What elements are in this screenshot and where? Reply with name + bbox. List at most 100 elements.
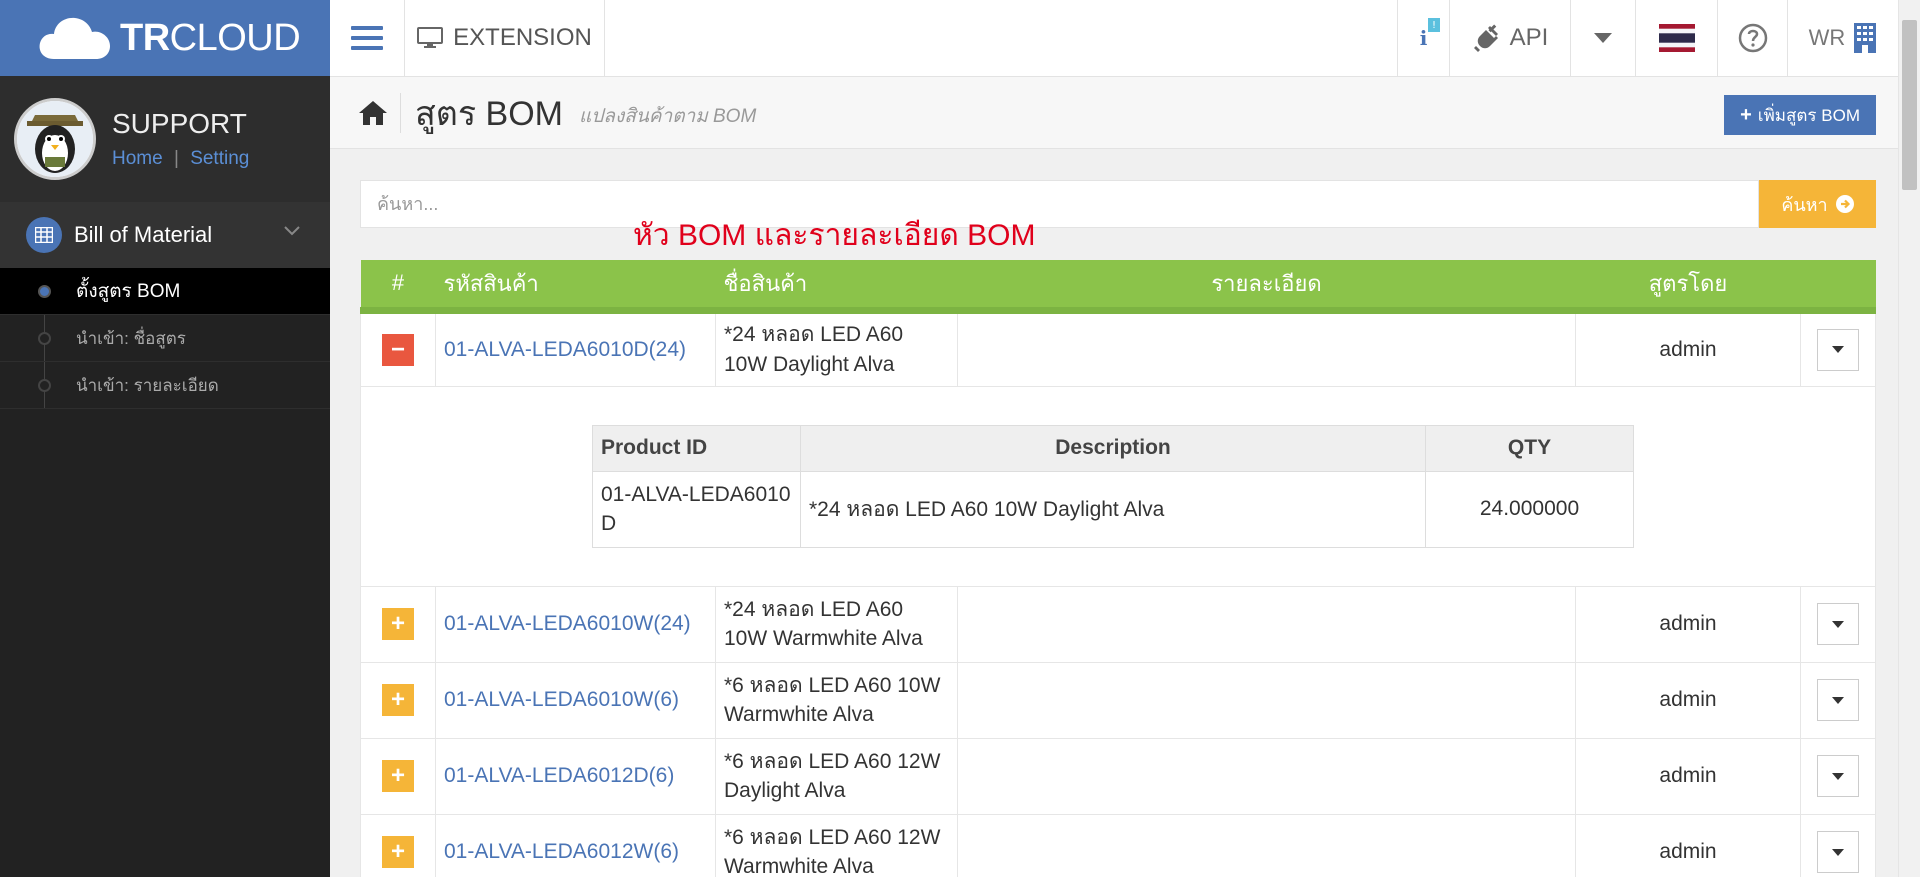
row-action-button[interactable] <box>1817 328 1859 371</box>
extension-label: EXTENSION <box>453 24 592 51</box>
row-code[interactable]: 01-ALVA-LEDA6012W(6) <box>435 813 716 877</box>
search-input[interactable] <box>360 180 1759 228</box>
row-name: *24 หลอด LED A60 10W Daylight Alva <box>715 309 958 387</box>
bom-detail-table: Product ID Description QTY 01-ALVA-LEDA6… <box>592 424 1634 548</box>
row-code[interactable]: 01-ALVA-LEDA6012D(6) <box>435 737 716 815</box>
row-by: admin <box>1575 661 1801 739</box>
row-code[interactable]: 01-ALVA-LEDA6010D(24) <box>435 309 716 387</box>
profile-panel: SUPPORT Home | Setting <box>0 76 330 202</box>
search-bar: ค้นหา <box>360 180 1876 228</box>
user-menu-button[interactable]: WR <box>1788 0 1898 76</box>
home-link[interactable]: Home <box>112 148 163 169</box>
home-icon[interactable] <box>358 92 401 133</box>
col-index: # <box>360 260 436 314</box>
sidebar-item-bom-setup[interactable]: ตั้งสูตร BOM <box>0 268 330 315</box>
monitor-icon <box>417 27 444 48</box>
dropdown-button[interactable] <box>1571 0 1636 76</box>
table-row: + 01-ALVA-LEDA6010W(24) *24 หลอด LED A60… <box>360 585 1876 663</box>
detail-col-product-id: Product ID <box>592 424 801 472</box>
col-by: สูตรโดย <box>1575 260 1801 314</box>
user-initials: WR <box>1808 25 1846 50</box>
profile-name: SUPPORT <box>112 108 247 139</box>
detail-table-row: 01-ALVA-LEDA6010D *24 หลอด LED A60 10W D… <box>592 470 1634 548</box>
info-icon: i <box>1419 26 1428 50</box>
collapse-button[interactable]: − <box>382 333 414 366</box>
building-icon <box>1854 23 1877 53</box>
row-name: *6 หลอด LED A60 12W Daylight Alva <box>715 737 958 815</box>
expand-button[interactable]: + <box>382 760 414 792</box>
row-by: admin <box>1575 737 1801 815</box>
penguin-avatar-icon <box>17 101 93 177</box>
help-button[interactable] <box>1718 0 1788 76</box>
bom-table-wrap: # รหัสสินค้า ชื่อสินค้า รายละเอียด สูตรโ… <box>360 260 1876 877</box>
detail-description: *24 หลอด LED A60 10W Daylight Alva <box>800 470 1426 548</box>
detail-row: Product ID Description QTY 01-ALVA-LEDA6… <box>360 385 1876 587</box>
caret-down-icon <box>1832 696 1844 704</box>
expand-button[interactable]: + <box>382 836 414 868</box>
extension-button[interactable]: EXTENSION <box>405 0 605 76</box>
row-name: *6 หลอด LED A60 10W Warmwhite Alva <box>715 661 958 739</box>
sidebar: SUPPORT Home | Setting Bill of Material … <box>0 76 330 877</box>
add-bom-button[interactable]: + เพิ่มสูตร BOM <box>1724 95 1876 135</box>
sidebar-toggle-button[interactable] <box>330 0 405 76</box>
caret-down-icon <box>1832 772 1844 780</box>
top-navbar: EXTENSION i ! API WR <box>330 0 1898 77</box>
row-name: *6 หลอด LED A60 12W Warmwhite Alva <box>715 813 958 877</box>
col-detail: รายละเอียด <box>957 260 1576 314</box>
table-icon <box>26 217 62 253</box>
row-code[interactable]: 01-ALVA-LEDA6010W(6) <box>435 661 716 739</box>
plug-icon <box>1473 24 1498 52</box>
sidebar-item-import-name[interactable]: นำเข้า: ชื่อสูตร <box>0 315 330 362</box>
search-button[interactable]: ค้นหา <box>1759 180 1876 228</box>
plus-icon: + <box>1740 103 1752 126</box>
col-name: ชื่อสินค้า <box>715 260 958 314</box>
api-label: API <box>1509 24 1549 51</box>
col-code: รหัสสินค้า <box>435 260 716 314</box>
setting-link[interactable]: Setting <box>190 148 249 169</box>
chevron-down-icon <box>284 226 300 236</box>
table-row: + 01-ALVA-LEDA6012D(6) *6 หลอด LED A60 1… <box>360 737 1876 815</box>
menu-bill-of-material[interactable]: Bill of Material <box>0 202 330 268</box>
page-subtitle: แปลงสินค้าตาม BOM <box>579 105 757 127</box>
arrow-right-circle-icon <box>1835 195 1854 213</box>
row-by: admin <box>1575 813 1801 877</box>
annotation-label: หัว BOM และรายละเอียด BOM <box>633 219 1036 252</box>
caret-down-icon <box>1832 620 1844 628</box>
row-action-button[interactable] <box>1817 755 1859 797</box>
brand-logo[interactable]: TRCLOUD <box>0 0 330 76</box>
detail-col-description: Description <box>800 424 1426 472</box>
page-scrollbar[interactable] <box>1898 0 1920 877</box>
row-by: admin <box>1575 585 1801 663</box>
language-button[interactable] <box>1636 0 1718 76</box>
expand-button[interactable]: + <box>382 684 414 716</box>
row-name: *24 หลอด LED A60 10W Warmwhite Alva <box>715 585 958 663</box>
hamburger-icon <box>351 26 383 50</box>
table-header-row: # รหัสสินค้า ชื่อสินค้า รายละเอียด สูตรโ… <box>360 260 1876 314</box>
row-action-button[interactable] <box>1817 603 1859 645</box>
sidebar-item-import-detail[interactable]: นำเข้า: รายละเอียด <box>0 362 330 409</box>
row-detail <box>957 661 1576 739</box>
bom-table: # รหัสสินค้า ชื่อสินค้า รายละเอียด สูตรโ… <box>360 260 1876 877</box>
table-row: + 01-ALVA-LEDA6010W(6) *6 หลอด LED A60 1… <box>360 661 1876 739</box>
table-row: − 01-ALVA-LEDA6010D(24) *24 หลอด LED A60… <box>360 309 1876 387</box>
detail-qty: 24.000000 <box>1425 470 1634 548</box>
caret-down-icon <box>1832 346 1844 353</box>
submenu: ตั้งสูตร BOM นำเข้า: ชื่อสูตร นำเข้า: รา… <box>0 268 330 409</box>
info-button[interactable]: i ! <box>1398 0 1450 76</box>
row-action-button[interactable] <box>1817 679 1859 721</box>
help-icon <box>1738 23 1767 53</box>
cloud-icon <box>39 17 110 59</box>
expand-button[interactable]: + <box>382 608 414 640</box>
row-detail <box>957 309 1576 387</box>
table-row: + 01-ALVA-LEDA6012W(6) *6 หลอด LED A60 1… <box>360 813 1876 877</box>
thai-flag-icon <box>1658 24 1695 52</box>
main-content: สูตร BOM แปลงสินค้าตาม BOM + เพิ่มสูตร B… <box>330 77 1898 877</box>
api-button[interactable]: API <box>1450 0 1571 76</box>
info-badge: ! <box>1428 18 1440 32</box>
caret-down-icon <box>1832 848 1844 856</box>
page-header: สูตร BOM แปลงสินค้าตาม BOM + เพิ่มสูตร B… <box>330 77 1898 149</box>
scroll-thumb[interactable] <box>1902 20 1917 190</box>
row-action-button[interactable] <box>1817 831 1859 873</box>
row-code[interactable]: 01-ALVA-LEDA6010W(24) <box>435 585 716 663</box>
row-by: admin <box>1575 309 1801 387</box>
